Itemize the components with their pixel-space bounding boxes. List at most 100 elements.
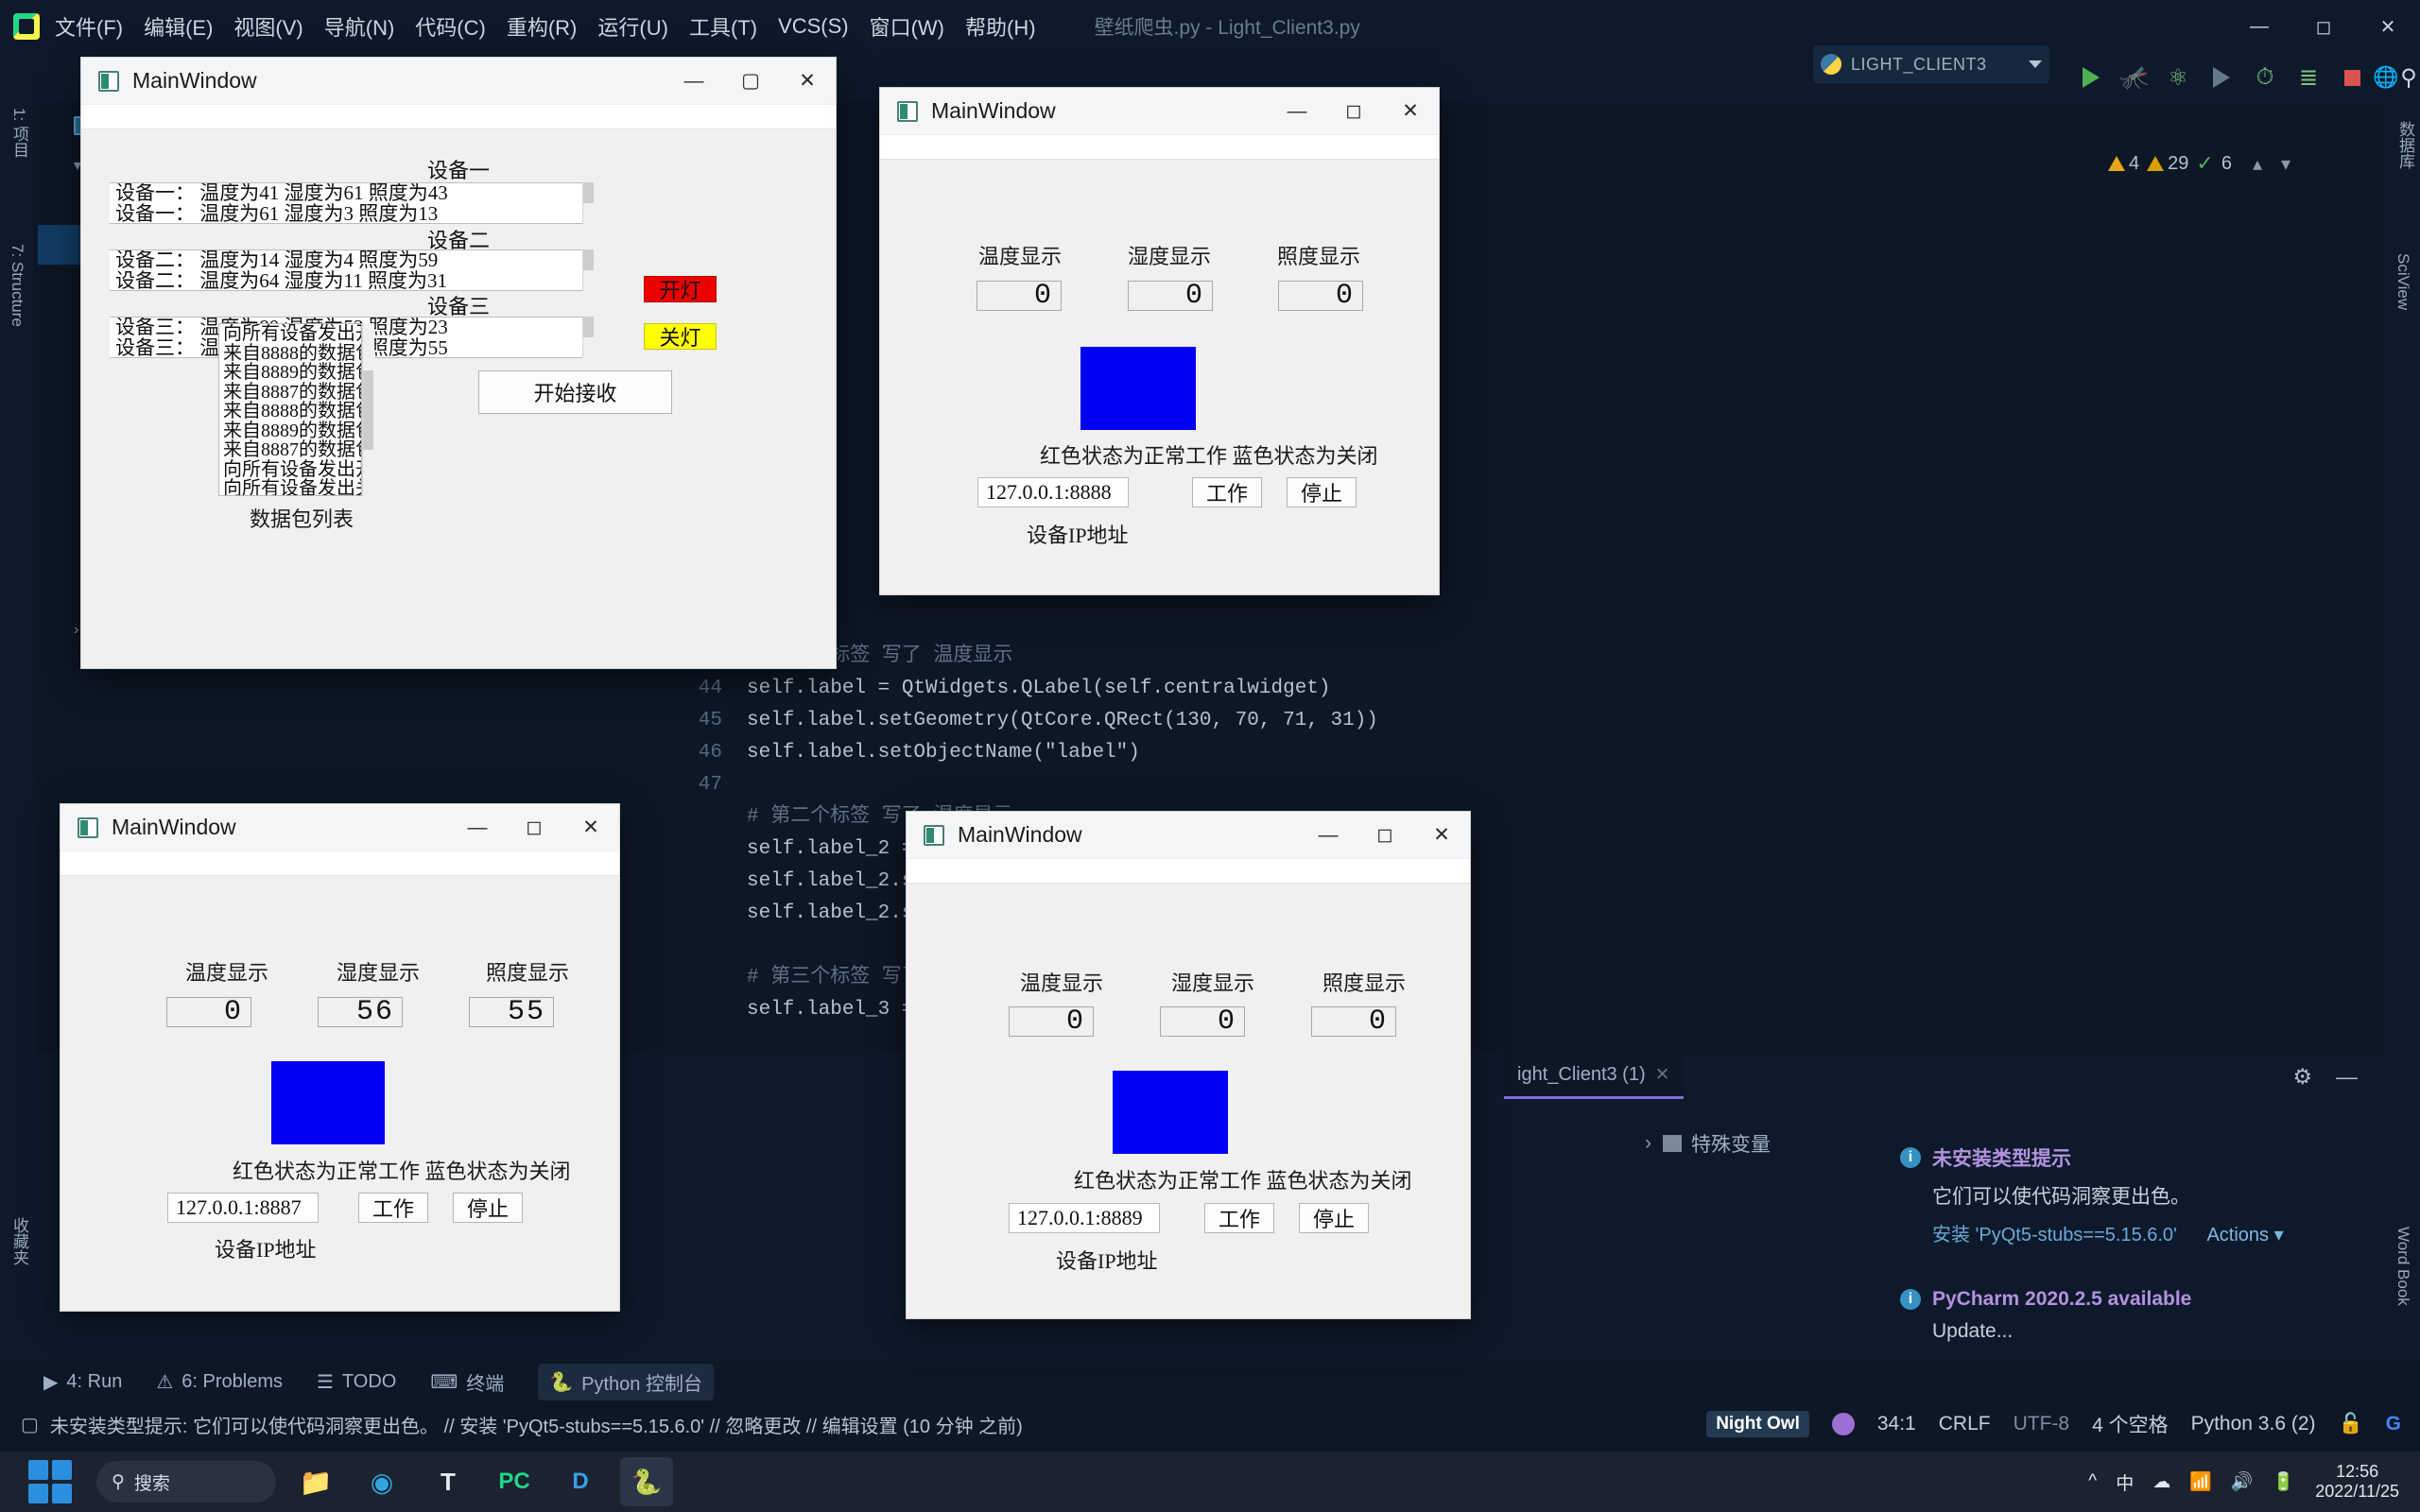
lock-icon[interactable]: 🔓 (2339, 1413, 2363, 1435)
client-8888-window[interactable]: MainWindow — ◻ ✕ 温度显示 湿度显示 照度显示 0 0 0 红色… (879, 87, 1440, 595)
work-button[interactable]: 工作 (1204, 1203, 1274, 1233)
server-maximize-button[interactable]: ▢ (722, 58, 779, 105)
run-coverage-button[interactable]: ⚛ (2157, 53, 2199, 102)
client-close-button[interactable]: ✕ (1413, 812, 1470, 859)
server-minimize-button[interactable]: — (666, 58, 722, 105)
toolbutton-run[interactable]: ▶ 4: Run (43, 1370, 122, 1394)
strip-structure[interactable]: 7: Structure (8, 244, 26, 327)
search-icon[interactable]: ⚲ (2397, 53, 2420, 102)
menu-tools[interactable]: 工具(T) (689, 11, 757, 42)
start-receive-button[interactable]: 开始接收 (478, 370, 672, 414)
line-separator[interactable]: CRLF (1939, 1413, 1991, 1435)
google-icon[interactable]: G (2386, 1413, 2401, 1435)
strip-sciview[interactable]: SciView (2394, 253, 2412, 310)
taskbar-t-app[interactable]: T (422, 1457, 475, 1506)
scroll-thumb[interactable] (583, 249, 594, 270)
stop-button[interactable]: 停止 (1299, 1203, 1369, 1233)
taskbar-search[interactable]: ⚲ 搜索 (96, 1461, 276, 1503)
server-main-window[interactable]: MainWindow — ▢ ✕ 设备一 设备一： 温度为41 湿度为61 照度… (80, 57, 837, 669)
client-minimize-button[interactable]: — (1269, 88, 1325, 135)
notification-stubs[interactable]: i 未安装类型提示 它们可以使代码洞察更出色。 安装 'PyQt5-stubs=… (1900, 1143, 2344, 1246)
ide-close-button[interactable]: ✕ (2356, 0, 2420, 53)
menu-help[interactable]: 帮助(H) (965, 11, 1036, 42)
device-2-list[interactable]: 设备二： 温度为14 湿度为4 照度为59 设备二： 温度为64 湿度为11 照… (110, 249, 582, 291)
toolbutton-terminal[interactable]: ⌨ 终端 (430, 1368, 504, 1396)
profile-button[interactable]: ⏱ (2244, 53, 2286, 102)
strip-wordbook[interactable]: Word Book (2394, 1227, 2412, 1306)
run-button[interactable] (2070, 53, 2112, 102)
indent-setting[interactable]: 4 个空格 (2092, 1410, 2169, 1438)
run-tests-button[interactable]: ≣ (2288, 53, 2329, 102)
taskbar-clock[interactable]: 12:56 2022/11/25 (2315, 1462, 2399, 1501)
client-maximize-button[interactable]: ◻ (1357, 812, 1413, 859)
stop-button[interactable]: 停止 (1287, 477, 1357, 507)
client-close-button[interactable]: ✕ (1382, 88, 1439, 135)
packet-list-scrollbar[interactable] (362, 323, 374, 496)
file-encoding[interactable]: UTF-8 (2014, 1413, 2070, 1435)
menu-refactor[interactable]: 重构(R) (507, 11, 578, 42)
client-8889-titlebar[interactable]: MainWindow — ◻ ✕ (907, 812, 1470, 859)
ide-minimize-button[interactable]: — (2227, 0, 2291, 53)
client-minimize-button[interactable]: — (449, 804, 506, 851)
server-titlebar[interactable]: MainWindow — ▢ ✕ (81, 58, 836, 105)
taskbar-python-app[interactable]: 🐍 (620, 1457, 673, 1506)
tray-volume-icon[interactable]: 🔊 (2231, 1470, 2254, 1493)
ip-input[interactable]: 127.0.0.1:8889 (1009, 1203, 1160, 1233)
notification-update[interactable]: i PyCharm 2020.2.5 available Update... (1900, 1288, 2344, 1343)
strip-database[interactable]: 数据库 (2394, 121, 2417, 169)
device-1-scrollbar[interactable] (582, 182, 595, 224)
client-8888-titlebar[interactable]: MainWindow — ◻ ✕ (880, 88, 1439, 135)
taskbar-pycharm[interactable]: PC (488, 1457, 541, 1506)
tray-cloud-icon[interactable]: ☁ (2152, 1471, 2170, 1493)
client-8887-titlebar[interactable]: MainWindow — ◻ ✕ (60, 804, 619, 851)
taskbar-file-explorer[interactable]: 📁 (289, 1457, 342, 1506)
tray-chevron-up-icon[interactable]: ^ (2088, 1471, 2097, 1492)
install-stubs-link[interactable]: 安装 'PyQt5-stubs==5.15.6.0' (1932, 1225, 2177, 1246)
tool-settings-button[interactable]: ⚙ (2279, 1054, 2325, 1099)
menu-vcs[interactable]: VCS(S) (778, 14, 849, 39)
packet-list[interactable]: 向所有设备发出开灯 数据包 来自8888的数据包 来自8889的数据包 来自88… (218, 323, 362, 496)
strip-project[interactable]: 1: 项目 (8, 108, 31, 158)
menu-navigate[interactable]: 导航(N) (324, 11, 395, 42)
client-minimize-button[interactable]: — (1300, 812, 1357, 859)
menu-edit[interactable]: 编辑(E) (144, 11, 213, 42)
light-off-button[interactable]: 关灯 (644, 323, 717, 350)
tray-battery-icon[interactable]: 🔋 (2273, 1470, 2295, 1493)
tool-hide-button[interactable]: — (2323, 1054, 2371, 1099)
light-on-button[interactable]: 开灯 (644, 276, 717, 302)
run-alt-button[interactable] (2201, 53, 2242, 102)
close-icon[interactable]: ✕ (1655, 1064, 1670, 1086)
scroll-thumb[interactable] (363, 370, 373, 450)
menu-view[interactable]: 视图(V) (233, 11, 302, 42)
tab-light-client3-1[interactable]: ight_Client3 (1) ✕ (1504, 1054, 1684, 1099)
stop-button[interactable]: 停止 (453, 1193, 523, 1223)
special-variables-node[interactable]: › 特殊变量 (1645, 1129, 1771, 1158)
client-maximize-button[interactable]: ◻ (1325, 88, 1382, 135)
run-configuration-selector[interactable]: LIGHT_CLIENT3 (1813, 45, 2049, 83)
ip-input[interactable]: 127.0.0.1:8888 (977, 477, 1129, 507)
debug-button[interactable]: 🦟 (2114, 53, 2155, 102)
menu-code[interactable]: 代码(C) (415, 11, 486, 42)
taskbar-edge[interactable]: ◉ (355, 1457, 408, 1506)
work-button[interactable]: 工作 (358, 1193, 428, 1223)
toolbutton-python-console[interactable]: 🐍 Python 控制台 (538, 1363, 714, 1400)
start-button[interactable] (28, 1460, 72, 1503)
toolbutton-problems[interactable]: ⚠ 6: Problems (156, 1370, 283, 1394)
strip-favorites[interactable]: 收藏夹 (8, 1217, 31, 1265)
actions-link[interactable]: Actions (2206, 1225, 2269, 1246)
tray-network-icon[interactable]: 📶 (2189, 1470, 2212, 1493)
client-maximize-button[interactable]: ◻ (506, 804, 562, 851)
menu-window[interactable]: 窗口(W) (870, 11, 944, 42)
device-2-scrollbar[interactable] (582, 249, 595, 291)
python-interpreter[interactable]: Python 3.6 (2) (2191, 1413, 2316, 1435)
color-scheme-badge[interactable]: Night Owl (1706, 1411, 1809, 1437)
scroll-thumb[interactable] (583, 182, 594, 203)
scroll-thumb[interactable] (583, 317, 594, 337)
update-link[interactable]: Update... (1932, 1320, 2344, 1343)
tray-ime-icon[interactable]: 中 (2116, 1469, 2134, 1495)
server-close-button[interactable]: ✕ (779, 58, 836, 105)
caret-position[interactable]: 34:1 (1877, 1413, 1916, 1435)
taskbar-dingtalk[interactable]: D (554, 1457, 607, 1506)
client-close-button[interactable]: ✕ (562, 804, 619, 851)
device-1-list[interactable]: 设备一： 温度为41 湿度为61 照度为43 设备一： 温度为61 湿度为3 照… (110, 182, 582, 224)
